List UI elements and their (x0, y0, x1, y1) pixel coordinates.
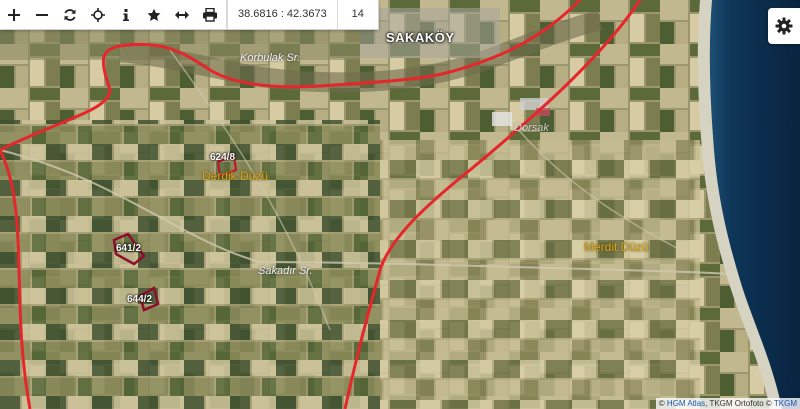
zoom-in-button[interactable] (0, 0, 28, 29)
satellite-imagery (0, 0, 800, 409)
locate-button[interactable] (84, 0, 112, 29)
region-label-north: Dorsak (514, 122, 549, 134)
attribution-prefix: © (658, 399, 665, 408)
attribution-separator: , TKGM Ortofoto © (705, 399, 772, 408)
star-icon (147, 8, 161, 21)
region-label-derdik: Derdik Düzü (202, 169, 269, 183)
map-attribution: © HGM Atlas, TKGM Ortofoto © TKGM (655, 398, 800, 409)
printer-icon (203, 7, 217, 22)
map-toolbar: 38.6816 : 42.3673 14 (0, 0, 379, 30)
print-button[interactable] (196, 0, 224, 29)
region-label-merdit: Merdit Düzü (584, 240, 649, 254)
attribution-link-hgm[interactable]: HGM Atlas (667, 399, 705, 408)
zoom-level-readout: 14 (336, 0, 378, 29)
road-label-sakadir: Sakadır Sr. (258, 265, 313, 277)
coordinates-readout: 38.6816 : 42.3673 (227, 0, 337, 29)
parcel-label-644-2[interactable]: 644/2 (127, 294, 152, 305)
arrows-horizontal-icon (175, 10, 189, 19)
settings-button[interactable] (768, 8, 800, 44)
refresh-button[interactable] (56, 0, 84, 29)
info-button[interactable] (112, 0, 140, 29)
parcel-label-641-2[interactable]: 641/2 (116, 243, 141, 254)
favorite-button[interactable] (140, 0, 168, 29)
measure-button[interactable] (168, 0, 196, 29)
parcel-label-624-8[interactable]: 624/8 (210, 152, 235, 163)
minus-icon (36, 13, 48, 16)
crosshair-icon (91, 7, 105, 22)
village-label: SAKAKÖY (386, 30, 455, 45)
info-icon (123, 8, 129, 21)
zoom-out-button[interactable] (28, 0, 56, 29)
attribution-link-tkgm[interactable]: TKGM (774, 399, 797, 408)
map-view[interactable]: SAKAKÖY Korbulak Sr. Sakadır Sr. Derdik … (0, 0, 800, 409)
road-label-korbulak: Korbulak Sr. (240, 52, 301, 64)
gear-icon (775, 17, 793, 35)
refresh-icon (64, 8, 76, 21)
plus-icon (8, 8, 20, 21)
